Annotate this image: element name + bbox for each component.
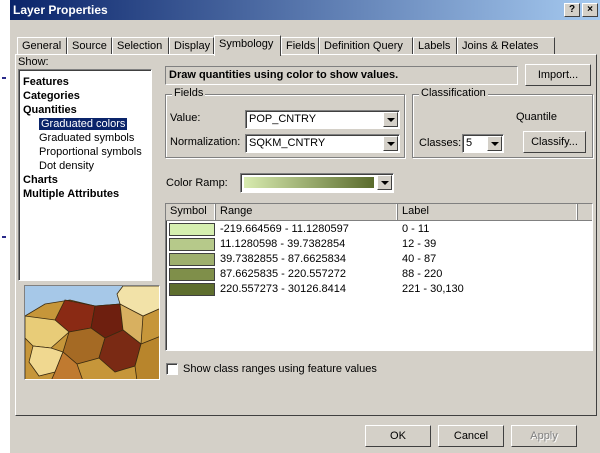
description-bar: Draw quantities using color to show valu… (165, 66, 518, 85)
normalization-dropdown-value: SQKM_CNTRY (249, 137, 326, 149)
symbol-swatch[interactable] (169, 223, 215, 236)
table-row[interactable]: -219.664569 - 11.1280597 0 - 11 (166, 223, 592, 237)
show-class-ranges-checkbox[interactable] (166, 363, 178, 375)
show-class-ranges-label: Show class ranges using feature values (183, 363, 377, 375)
symbol-swatch[interactable] (169, 283, 215, 296)
tree-item-dot-density[interactable]: Dot density (39, 160, 94, 172)
tree-item-graduated-colors[interactable]: Graduated colors (39, 118, 128, 130)
tree-item-quantities[interactable]: Quantities (23, 104, 77, 116)
tab-labels[interactable]: Labels (413, 37, 457, 55)
classes-label: Classes: (419, 137, 462, 149)
tree-item-multiple-attributes[interactable]: Multiple Attributes (23, 188, 119, 200)
tab-fields[interactable]: Fields (281, 37, 319, 55)
table-row[interactable]: 39.7382855 - 87.6625834 40 - 87 (166, 253, 592, 267)
symbol-swatch[interactable] (169, 253, 215, 266)
classify-button-label: Classify... (531, 136, 578, 148)
table-row[interactable]: 220.557273 - 30126.8414 221 - 30,130 (166, 283, 592, 297)
cancel-button-label: Cancel (453, 430, 489, 442)
chevron-down-icon[interactable] (377, 175, 392, 190)
label-cell: 40 - 87 (402, 253, 437, 265)
chevron-down-icon[interactable] (383, 136, 398, 151)
color-ramp-dropdown[interactable] (240, 173, 394, 193)
tree-item-proportional-symbols[interactable]: Proportional symbols (39, 146, 142, 158)
range-cell: -219.664569 - 11.1280597 (220, 223, 349, 235)
fields-group-title: Fields (172, 87, 206, 99)
show-tree[interactable]: Features Categories Quantities Graduated… (18, 69, 152, 281)
table-row[interactable]: 87.6625835 - 220.557272 88 - 220 (166, 268, 592, 282)
title-bar[interactable]: Layer Properties ? × (10, 0, 600, 20)
window-title: Layer Properties (13, 3, 108, 17)
help-button[interactable]: ? (564, 3, 580, 17)
apply-button[interactable]: Apply (511, 425, 577, 447)
value-label: Value: (170, 112, 201, 124)
normalization-dropdown[interactable]: SQKM_CNTRY (245, 134, 400, 153)
tab-selection[interactable]: Selection (112, 37, 169, 55)
tab-definition-query[interactable]: Definition Query (319, 37, 413, 55)
label-cell: 0 - 11 (402, 223, 430, 235)
symbol-swatch[interactable] (169, 238, 215, 251)
label-cell: 12 - 39 (402, 238, 437, 250)
layer-properties-dialog: Layer Properties ? × General Source Sele… (9, 0, 600, 453)
map-preview (24, 285, 160, 380)
classes-dropdown[interactable]: 5 (462, 134, 504, 153)
apply-button-label: Apply (530, 430, 558, 442)
classification-group: Classification Quantile Classes: 5 Class… (412, 87, 593, 158)
edge-mark (2, 236, 6, 238)
tab-symbology[interactable]: Symbology (214, 35, 281, 56)
range-cell: 11.1280598 - 39.7382854 (220, 238, 346, 250)
import-button[interactable]: Import... (525, 64, 591, 86)
tree-item-categories[interactable]: Categories (23, 90, 80, 102)
tab-joins-relates[interactable]: Joins & Relates (457, 37, 555, 55)
color-ramp-preview (244, 177, 374, 188)
ok-button-label: OK (390, 430, 406, 442)
tab-source[interactable]: Source (67, 37, 112, 55)
description-text: Draw quantities using color to show valu… (169, 69, 399, 81)
range-cell: 87.6625835 - 220.557272 (220, 268, 347, 280)
edge-mark (2, 77, 6, 79)
header-range[interactable]: Range (216, 204, 398, 220)
close-icon: × (587, 4, 593, 15)
color-ramp-label: Color Ramp: (166, 177, 228, 189)
left-edge-strip (0, 0, 9, 453)
label-cell: 88 - 220 (402, 268, 443, 280)
symbol-swatch[interactable] (169, 268, 215, 281)
table-header: Symbol Range Label (166, 204, 592, 221)
tree-item-charts[interactable]: Charts (23, 174, 58, 186)
ok-button[interactable]: OK (365, 425, 431, 447)
map-thumbnail (25, 286, 159, 379)
header-label[interactable]: Label (398, 204, 578, 220)
classification-group-title: Classification (419, 87, 488, 99)
classification-method: Quantile (516, 111, 557, 123)
fields-group: Fields Value: POP_CNTRY Normalization: S… (165, 87, 405, 158)
range-cell: 220.557273 - 30126.8414 (220, 283, 347, 295)
help-icon: ? (568, 4, 576, 15)
normalization-label: Normalization: (170, 136, 241, 148)
classes-table[interactable]: Symbol Range Label -219.664569 - 11.1280… (165, 203, 593, 351)
show-label: Show: (18, 56, 49, 68)
value-dropdown-value: POP_CNTRY (249, 113, 317, 125)
table-row[interactable]: 11.1280598 - 39.7382854 12 - 39 (166, 238, 592, 252)
tree-item-features[interactable]: Features (23, 76, 69, 88)
header-symbol[interactable]: Symbol (166, 204, 216, 220)
value-dropdown[interactable]: POP_CNTRY (245, 110, 400, 129)
classes-dropdown-value: 5 (466, 137, 473, 149)
tree-item-graduated-symbols[interactable]: Graduated symbols (39, 132, 134, 144)
label-cell: 221 - 30,130 (402, 283, 464, 295)
tab-display[interactable]: Display (169, 37, 214, 55)
cancel-button[interactable]: Cancel (438, 425, 504, 447)
import-button-label: Import... (537, 69, 579, 81)
range-cell: 39.7382855 - 87.6625834 (220, 253, 347, 265)
chevron-down-icon[interactable] (383, 112, 398, 127)
chevron-down-icon[interactable] (487, 136, 502, 151)
tab-general[interactable]: General (17, 37, 67, 55)
close-button[interactable]: × (582, 3, 598, 17)
classify-button[interactable]: Classify... (523, 131, 586, 153)
